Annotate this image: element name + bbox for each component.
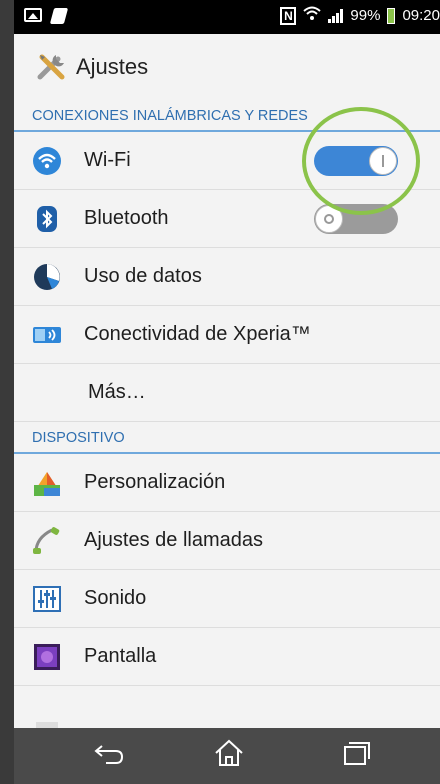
equalizer-icon bbox=[32, 584, 62, 614]
bluetooth-icon bbox=[32, 204, 62, 234]
screenshot-notification-icon bbox=[24, 8, 42, 22]
settings-screen: N 99% 09:20 Ajustes CONEXIONES INALÁMBRI… bbox=[14, 0, 440, 784]
settings-item-label: Conectividad de Xperia™ bbox=[84, 323, 311, 345]
settings-item-label: Personalización bbox=[84, 471, 226, 493]
settings-item-xperia-connectivity[interactable]: Conectividad de Xperia™ bbox=[14, 306, 440, 364]
settings-item-data-usage[interactable]: Uso de datos bbox=[14, 248, 440, 306]
tools-icon bbox=[34, 49, 70, 85]
settings-item-label: Uso de datos bbox=[84, 265, 202, 287]
nfc-icon: N bbox=[280, 6, 297, 25]
back-icon[interactable] bbox=[89, 738, 129, 774]
highlight-circle bbox=[302, 107, 420, 215]
settings-item-label: Pantalla bbox=[84, 645, 157, 667]
settings-item-label: Más… bbox=[88, 381, 146, 403]
wifi-icon bbox=[32, 146, 62, 176]
data-usage-icon bbox=[32, 262, 62, 292]
partial-item-icon bbox=[32, 700, 62, 730]
settings-item-call-settings[interactable]: Ajustes de llamadas bbox=[14, 512, 440, 570]
settings-item-display[interactable]: Pantalla bbox=[14, 628, 440, 686]
settings-item-label: Ajustes de llamadas bbox=[84, 529, 263, 551]
settings-item-label: Wi-Fi bbox=[84, 149, 131, 171]
personalization-icon bbox=[32, 468, 62, 498]
cell-signal-icon bbox=[328, 8, 344, 23]
section-header-device: DISPOSITIVO bbox=[14, 422, 440, 454]
recents-icon[interactable] bbox=[336, 738, 376, 774]
note-notification-icon bbox=[49, 8, 69, 24]
app-header: Ajustes bbox=[14, 34, 440, 100]
status-bar: N 99% 09:20 bbox=[14, 0, 440, 34]
display-icon bbox=[32, 642, 62, 672]
settings-item-more[interactable]: Más… bbox=[14, 364, 440, 422]
wifi-signal-icon bbox=[303, 6, 322, 25]
page-title: Ajustes bbox=[76, 54, 149, 79]
battery-icon bbox=[387, 7, 396, 24]
xperia-connectivity-icon bbox=[32, 320, 62, 350]
battery-percent: 99% bbox=[350, 7, 381, 24]
settings-item-label: Sonido bbox=[84, 587, 147, 609]
clock: 09:20 bbox=[402, 7, 440, 24]
settings-item-label: Bluetooth bbox=[84, 207, 169, 229]
settings-item-personalization[interactable]: Personalización bbox=[14, 454, 440, 512]
home-icon[interactable] bbox=[209, 738, 249, 774]
phone-handset-icon bbox=[32, 526, 62, 556]
settings-item-sound[interactable]: Sonido bbox=[14, 570, 440, 628]
navigation-bar bbox=[14, 728, 440, 784]
